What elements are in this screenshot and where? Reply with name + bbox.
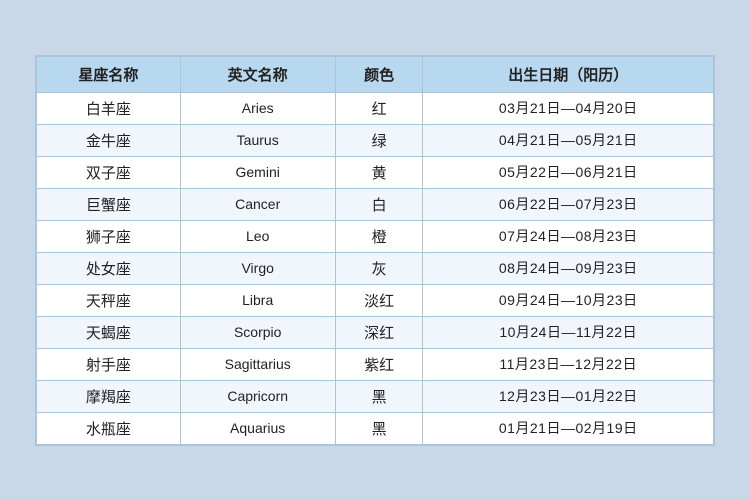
table-row: 天蝎座Scorpio深红10月24日—11月22日 xyxy=(37,316,714,348)
cell-dates: 05月22日—06月21日 xyxy=(423,156,714,188)
table-row: 狮子座Leo橙07月24日—08月23日 xyxy=(37,220,714,252)
table-row: 水瓶座Aquarius黑01月21日—02月19日 xyxy=(37,412,714,444)
cell-english-name: Aries xyxy=(180,92,335,124)
cell-chinese-name: 金牛座 xyxy=(37,124,181,156)
cell-dates: 08月24日—09月23日 xyxy=(423,252,714,284)
cell-english-name: Scorpio xyxy=(180,316,335,348)
cell-color: 淡红 xyxy=(335,284,423,316)
cell-english-name: Capricorn xyxy=(180,380,335,412)
cell-dates: 06月22日—07月23日 xyxy=(423,188,714,220)
table-row: 射手座Sagittarius紫红11月23日—12月22日 xyxy=(37,348,714,380)
table-row: 巨蟹座Cancer白06月22日—07月23日 xyxy=(37,188,714,220)
zodiac-table-container: 星座名称 英文名称 颜色 出生日期（阳历） 白羊座Aries红03月21日—04… xyxy=(35,55,715,446)
zodiac-table: 星座名称 英文名称 颜色 出生日期（阳历） 白羊座Aries红03月21日—04… xyxy=(36,56,714,445)
cell-dates: 10月24日—11月22日 xyxy=(423,316,714,348)
header-birth-date: 出生日期（阳历） xyxy=(423,56,714,92)
table-body: 白羊座Aries红03月21日—04月20日金牛座Taurus绿04月21日—0… xyxy=(37,92,714,444)
cell-dates: 04月21日—05月21日 xyxy=(423,124,714,156)
table-row: 摩羯座Capricorn黑12月23日—01月22日 xyxy=(37,380,714,412)
cell-color: 深红 xyxy=(335,316,423,348)
cell-chinese-name: 摩羯座 xyxy=(37,380,181,412)
cell-chinese-name: 天秤座 xyxy=(37,284,181,316)
cell-dates: 03月21日—04月20日 xyxy=(423,92,714,124)
header-color: 颜色 xyxy=(335,56,423,92)
cell-english-name: Virgo xyxy=(180,252,335,284)
table-row: 金牛座Taurus绿04月21日—05月21日 xyxy=(37,124,714,156)
cell-chinese-name: 巨蟹座 xyxy=(37,188,181,220)
table-header-row: 星座名称 英文名称 颜色 出生日期（阳历） xyxy=(37,56,714,92)
cell-english-name: Gemini xyxy=(180,156,335,188)
cell-dates: 12月23日—01月22日 xyxy=(423,380,714,412)
cell-chinese-name: 处女座 xyxy=(37,252,181,284)
table-row: 处女座Virgo灰08月24日—09月23日 xyxy=(37,252,714,284)
cell-dates: 11月23日—12月22日 xyxy=(423,348,714,380)
cell-english-name: Aquarius xyxy=(180,412,335,444)
cell-dates: 09月24日—10月23日 xyxy=(423,284,714,316)
cell-chinese-name: 水瓶座 xyxy=(37,412,181,444)
cell-english-name: Libra xyxy=(180,284,335,316)
cell-color: 红 xyxy=(335,92,423,124)
cell-color: 白 xyxy=(335,188,423,220)
cell-color: 黑 xyxy=(335,412,423,444)
cell-color: 绿 xyxy=(335,124,423,156)
cell-chinese-name: 双子座 xyxy=(37,156,181,188)
table-row: 白羊座Aries红03月21日—04月20日 xyxy=(37,92,714,124)
cell-color: 紫红 xyxy=(335,348,423,380)
cell-chinese-name: 狮子座 xyxy=(37,220,181,252)
cell-english-name: Leo xyxy=(180,220,335,252)
cell-color: 黑 xyxy=(335,380,423,412)
cell-color: 黄 xyxy=(335,156,423,188)
cell-english-name: Sagittarius xyxy=(180,348,335,380)
table-row: 双子座Gemini黄05月22日—06月21日 xyxy=(37,156,714,188)
cell-chinese-name: 天蝎座 xyxy=(37,316,181,348)
cell-english-name: Cancer xyxy=(180,188,335,220)
cell-color: 灰 xyxy=(335,252,423,284)
cell-color: 橙 xyxy=(335,220,423,252)
cell-chinese-name: 射手座 xyxy=(37,348,181,380)
header-english-name: 英文名称 xyxy=(180,56,335,92)
header-chinese-name: 星座名称 xyxy=(37,56,181,92)
cell-english-name: Taurus xyxy=(180,124,335,156)
table-row: 天秤座Libra淡红09月24日—10月23日 xyxy=(37,284,714,316)
cell-chinese-name: 白羊座 xyxy=(37,92,181,124)
cell-dates: 07月24日—08月23日 xyxy=(423,220,714,252)
cell-dates: 01月21日—02月19日 xyxy=(423,412,714,444)
